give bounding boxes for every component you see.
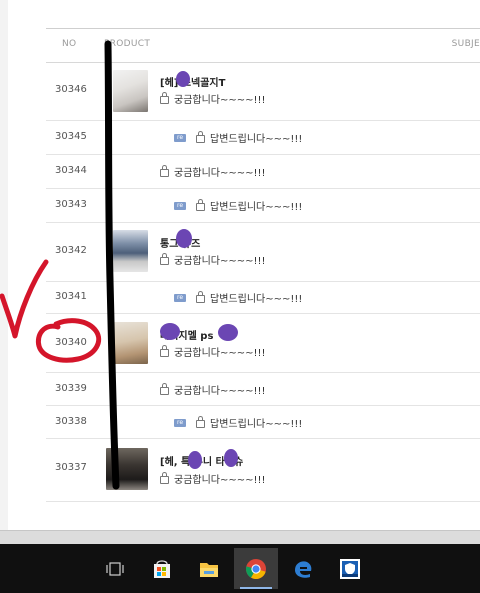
board-top-rule [46,28,480,29]
lock-icon [160,164,169,177]
lock-icon [196,130,206,143]
post-subject[interactable]: 궁금합니다~~~~!!! [160,344,266,359]
redaction-mark [160,323,180,340]
post-subject[interactable]: re 답변드립니다~~~!!! [174,290,302,305]
post-subject[interactable]: 궁금합니다~~~~!!! [160,382,266,397]
lock-icon [196,415,206,428]
store-button[interactable] [140,548,184,589]
redaction-mark [176,71,190,87]
file-explorer-button[interactable] [187,548,231,589]
post-subject-text[interactable]: 답변드립니다~~~!!! [210,415,302,430]
chrome-button[interactable] [234,548,278,589]
post-number: 30341 [55,291,87,302]
active-app-indicator [240,587,272,589]
lock-icon [196,290,206,303]
table-row[interactable]: 30343 re 답변드립니다~~~!!! [46,189,480,223]
edge-button[interactable] [281,548,325,589]
post-subject-text[interactable]: 답변드립니다~~~!!! [210,198,302,213]
post-subject-text[interactable]: 궁금합니다~~~~!!! [174,382,266,397]
product-thumbnail[interactable] [106,448,148,490]
redaction-mark [176,229,192,248]
product-title[interactable]: [헤] 스넥골지T [160,74,225,89]
post-subject[interactable]: 궁금합니다~~~~!!! [160,164,266,179]
reply-badge: re [174,418,187,427]
reply-badge: re [174,293,187,302]
post-number: 30340 [55,337,87,348]
post-subject[interactable]: 궁금합니다~~~~!!! [160,91,266,106]
reply-badge: re [174,133,187,142]
store-icon [154,559,170,578]
product-thumbnail[interactable] [113,70,148,112]
lock-icon [160,91,169,104]
security-app-icon [340,558,360,579]
column-product-header: PRODUCT [104,39,151,49]
table-row[interactable]: 30337 [헤, 특 유니 타이슈 궁금합니다~~~~!!! [46,439,480,502]
column-no-header: NO [62,39,77,49]
post-number: 30338 [55,416,87,427]
table-row[interactable]: 30346 [헤] 스넥골지T 궁금합니다~~~~!!! [46,62,480,121]
security-app-button[interactable] [328,548,372,589]
post-subject[interactable]: re 답변드립니다~~~!!! [174,415,302,430]
lock-icon [196,198,206,211]
table-row[interactable]: 30341 re 답변드립니다~~~!!! [46,282,480,314]
table-row[interactable]: 30340 베이지멜 ps 궁금합니다~~~~!!! [46,314,480,373]
post-number: 30346 [55,84,87,95]
page-left-margin [0,0,8,530]
post-number: 30337 [55,462,87,473]
windows-taskbar [0,544,480,593]
red-checkmark [0,259,49,339]
post-subject-text[interactable]: 궁금합니다~~~~!!! [174,344,266,359]
post-subject-text[interactable]: 답변드립니다~~~!!! [210,290,302,305]
redaction-mark [218,324,238,341]
lock-icon [160,252,169,265]
product-thumbnail[interactable] [113,322,148,364]
task-view-button[interactable] [93,548,137,589]
page-bottom-bar [0,530,480,544]
table-row[interactable]: 30344 궁금합니다~~~~!!! [46,155,480,189]
edge-icon [295,560,312,578]
table-row[interactable]: 30345 re 답변드립니다~~~!!! [46,121,480,155]
post-number: 30343 [55,199,87,210]
post-subject-text[interactable]: 궁금합니다~~~~!!! [174,471,266,486]
table-row[interactable]: 30338 re 답변드립니다~~~!!! [46,406,480,439]
reply-badge: re [174,201,187,210]
post-number: 30344 [55,165,87,176]
lock-icon [160,344,169,357]
post-number: 30345 [55,131,87,142]
task-view-icon [106,561,124,576]
redaction-mark [224,449,238,467]
post-subject-text[interactable]: 답변드립니다~~~!!! [210,130,302,145]
post-subject-text[interactable]: 궁금합니다~~~~!!! [174,252,266,267]
post-subject[interactable]: 궁금합니다~~~~!!! [160,471,266,486]
board-header: NO PRODUCT SUBJE [46,30,480,63]
post-subject[interactable]: re 답변드립니다~~~!!! [174,198,302,213]
chrome-icon [245,558,266,579]
post-number: 30342 [55,245,87,256]
post-subject-text[interactable]: 궁금합니다~~~~!!! [174,91,266,106]
table-row[interactable]: 30342 통그 슈즈 궁금합니다~~~~!!! [46,223,480,282]
table-row[interactable]: 30339 궁금합니다~~~~!!! [46,373,480,406]
redaction-mark [188,451,202,469]
file-explorer-icon [200,562,218,577]
post-subject[interactable]: 궁금합니다~~~~!!! [160,252,266,267]
column-subject-header: SUBJE [451,39,480,49]
product-thumbnail[interactable] [113,230,148,272]
lock-icon [160,471,169,484]
lock-icon [160,382,169,395]
post-subject[interactable]: re 답변드립니다~~~!!! [174,130,302,145]
post-subject-text[interactable]: 궁금합니다~~~~!!! [174,164,266,179]
post-number: 30339 [55,383,87,394]
